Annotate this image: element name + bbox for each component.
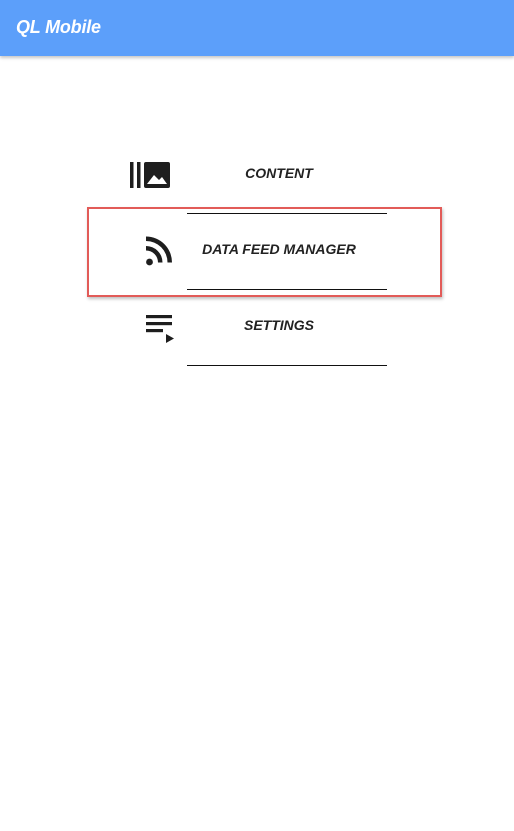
menu-item-label: DATA FEED MANAGER — [202, 241, 356, 257]
rss-feed-icon — [126, 235, 172, 267]
menu-item-content[interactable]: CONTENT — [110, 137, 410, 213]
menu-item-label: SETTINGS — [243, 317, 314, 333]
divider — [187, 365, 387, 366]
photo-library-icon — [126, 159, 170, 191]
menu-item-settings[interactable]: SETTINGS — [110, 289, 410, 365]
menu-item-label: CONTENT — [245, 165, 313, 181]
menu-item-data-feed-manager[interactable]: DATA FEED MANAGER — [110, 213, 410, 289]
main-menu: CONTENT DATA FEED MANAGER SETTINGS — [0, 0, 514, 831]
playlist-play-icon — [126, 311, 174, 343]
